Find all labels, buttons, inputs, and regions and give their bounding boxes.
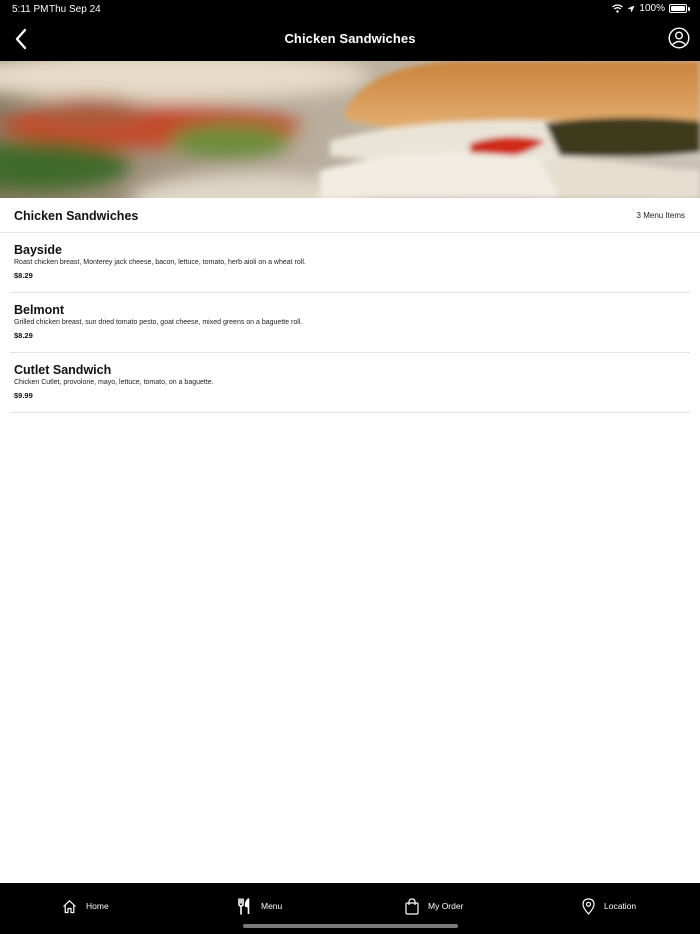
menu-item-belmont[interactable]: Belmont Grilled chicken breast, sun drie…	[10, 293, 690, 353]
menu-item-description: Grilled chicken breast, sun dried tomato…	[14, 319, 303, 326]
tab-home[interactable]: Home	[62, 895, 109, 917]
battery-tip	[688, 6, 690, 11]
battery-icon	[669, 4, 687, 13]
menu-item-bayside[interactable]: Bayside Roast chicken breast, Monterey j…	[10, 233, 690, 293]
section-header: Chicken Sandwiches 3 Menu Items	[0, 198, 700, 233]
top-bar: 5:11 PM Thu Sep 24 100% Chicken Sandwich…	[0, 0, 700, 61]
menu-item-price: $8.29	[14, 331, 33, 340]
menu-item-name: Belmont	[14, 303, 64, 317]
account-button[interactable]	[668, 27, 690, 49]
status-bar: 5:11 PM Thu Sep 24 100%	[0, 0, 700, 18]
tab-home-label: Home	[86, 901, 109, 911]
shopping-bag-icon	[405, 897, 419, 915]
home-icon	[63, 899, 76, 913]
tab-my-order-label: My Order	[428, 901, 464, 911]
menu-list: Bayside Roast chicken breast, Monterey j…	[10, 233, 690, 413]
menu-item-price: $8.29	[14, 271, 33, 280]
user-circle-icon	[668, 27, 690, 49]
sandwich-photo	[0, 61, 700, 198]
nav-bar: Chicken Sandwiches	[0, 18, 700, 61]
menu-item-description: Roast chicken breast, Monterey jack chee…	[14, 259, 306, 266]
screen: 5:11 PM Thu Sep 24 100% Chicken Sandwich…	[0, 0, 700, 934]
tab-bar: Home Menu My Order Location	[0, 883, 700, 934]
menu-item-description: Chicken Cutlet, provolone, mayo, lettuce…	[14, 379, 214, 386]
menu-item-name: Bayside	[14, 243, 62, 257]
home-indicator[interactable]	[243, 924, 458, 928]
location-arrow-icon	[627, 5, 635, 12]
hero-image	[0, 61, 700, 198]
menu-item-price: $9.99	[14, 391, 33, 400]
status-right: 100%	[612, 3, 690, 14]
status-date: Thu Sep 24	[49, 4, 101, 15]
location-pin-icon	[582, 897, 595, 915]
utensils-icon	[238, 897, 250, 915]
wifi-icon	[612, 4, 624, 13]
tab-location[interactable]: Location	[582, 895, 636, 917]
menu-item-name: Cutlet Sandwich	[14, 363, 112, 377]
tab-menu-label: Menu	[261, 901, 283, 911]
status-time: 5:11 PM	[12, 4, 49, 15]
menu-item-cutlet-sandwich[interactable]: Cutlet Sandwich Chicken Cutlet, provolon…	[10, 353, 690, 413]
menu-item-count: 3 Menu Items	[636, 211, 685, 220]
page-title: Chicken Sandwiches	[284, 31, 416, 46]
tab-menu[interactable]: Menu	[238, 895, 282, 917]
tab-my-order[interactable]: My Order	[405, 895, 463, 917]
tab-location-label: Location	[604, 901, 637, 911]
battery-percent: 100%	[639, 3, 665, 14]
section-title: Chicken Sandwiches	[14, 209, 139, 223]
